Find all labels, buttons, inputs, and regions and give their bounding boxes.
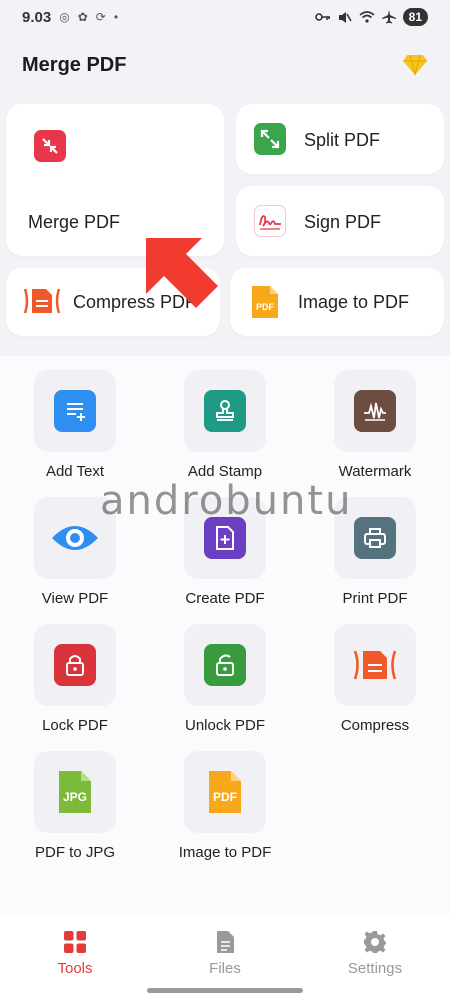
home-indicator[interactable]	[147, 988, 303, 993]
signature-icon	[254, 205, 286, 237]
airplane-icon	[381, 10, 396, 24]
tool-label: View PDF	[41, 590, 109, 607]
compress-icon	[22, 285, 62, 317]
tool-compress[interactable]: Compress	[300, 610, 450, 736]
tool-unlock-pdf[interactable]: Unlock PDF	[150, 610, 300, 736]
nav-label: Tools	[57, 960, 93, 977]
unlock-icon	[204, 644, 246, 686]
tool-add-text[interactable]: Add Text	[0, 356, 150, 482]
status-dot: •	[113, 10, 119, 24]
lock-icon	[54, 644, 96, 686]
svg-text:JPG: JPG	[63, 790, 87, 804]
merge-pdf-label: Merge PDF	[28, 212, 121, 232]
wifi-icon	[359, 11, 375, 23]
nav-label: Files	[209, 960, 241, 977]
pdf-file-icon: PDF	[204, 768, 246, 816]
page-title: Merge PDF	[22, 53, 127, 76]
key-icon	[314, 13, 330, 21]
app-notification-icon: ✿	[77, 10, 88, 24]
pdf-file-icon: PDF	[250, 284, 280, 320]
file-icon	[217, 931, 234, 953]
watermark-icon	[354, 390, 396, 432]
tool-label: Image to PDF	[178, 844, 272, 861]
tool-label: Unlock PDF	[184, 717, 266, 734]
tool-image-to-pdf[interactable]: PDF Image to PDF	[150, 737, 300, 863]
split-pdf-label: Split PDF	[304, 130, 381, 150]
tool-label: Print PDF	[342, 590, 408, 607]
tool-add-stamp[interactable]: Add Stamp	[150, 356, 300, 482]
add-text-icon	[54, 390, 96, 432]
svg-text:PDF: PDF	[256, 302, 275, 312]
image-to-pdf-card[interactable]: PDF Image to PDF	[230, 268, 444, 336]
nav-tools[interactable]: Tools	[0, 916, 150, 1000]
nav-label: Settings	[347, 960, 403, 977]
sign-pdf-label: Sign PDF	[304, 212, 382, 232]
tool-label: Compress	[340, 717, 410, 734]
sign-pdf-card[interactable]: Sign PDF	[236, 186, 444, 256]
image-to-pdf-label: Image to PDF	[298, 292, 410, 312]
tool-label: PDF to JPG	[34, 844, 116, 861]
mute-icon	[338, 11, 352, 23]
tools-grid: Add Text Add Stamp Watermark View PDF Cr…	[0, 356, 450, 916]
nav-settings[interactable]: Settings	[300, 916, 450, 1000]
sync-icon: ⟳	[95, 10, 106, 24]
gear-icon	[364, 931, 386, 953]
printer-icon	[354, 517, 396, 559]
tool-label: Lock PDF	[42, 717, 108, 734]
grid-icon	[64, 931, 86, 953]
notification-icon: ◎	[59, 10, 70, 24]
jpg-file-icon: JPG	[54, 768, 96, 816]
tool-pdf-to-jpg[interactable]: JPG PDF to JPG	[0, 737, 150, 863]
annotation-arrow	[146, 238, 218, 308]
app-bar: Merge PDF	[0, 40, 450, 90]
tool-lock-pdf[interactable]: Lock PDF	[0, 610, 150, 736]
compress-icon	[350, 644, 400, 686]
status-bar: 9.03 ◎ ✿ ⟳ • 81	[0, 0, 450, 34]
merge-icon	[34, 130, 66, 162]
tool-watermark[interactable]: Watermark	[300, 356, 450, 482]
tool-label: Create PDF	[185, 590, 265, 607]
split-icon	[254, 123, 286, 155]
status-time: 9.03	[22, 8, 52, 26]
svg-text:PDF: PDF	[213, 790, 237, 804]
eye-icon	[49, 517, 101, 559]
stamp-icon	[204, 390, 246, 432]
split-pdf-card[interactable]: Split PDF	[236, 104, 444, 174]
battery-level: 81	[402, 8, 428, 26]
watermark-text: androbuntu	[100, 478, 353, 524]
diamond-icon[interactable]	[402, 54, 428, 76]
